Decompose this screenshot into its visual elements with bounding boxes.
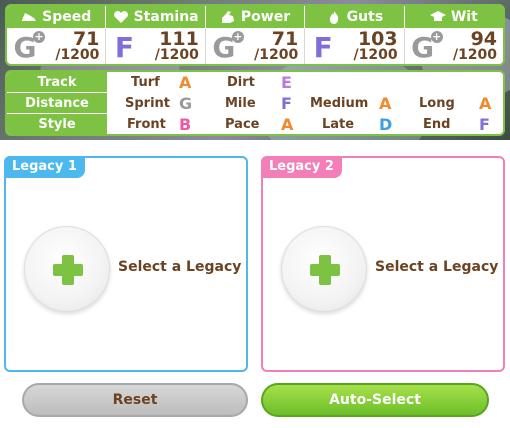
stat-header-speed: Speed (7, 6, 107, 28)
grade-plus-icon: + (231, 30, 244, 43)
grade-plus-icon: + (430, 30, 443, 43)
stat-header-label: Wit (450, 9, 478, 25)
heart-icon (113, 11, 128, 23)
stat-grade: F (313, 31, 333, 64)
aptitude-item-pace: Pace (225, 117, 260, 132)
stat-header-stamina: Stamina (106, 6, 206, 28)
stat-cell-wit: G + 94 /1200 (405, 28, 503, 64)
stat-cell-power: G + 71 /1200 (206, 28, 306, 64)
shoe-icon (22, 13, 37, 21)
grade-plus-icon: + (33, 30, 45, 43)
aptitude-grade-dirt: E (281, 73, 292, 92)
stat-grade: F (114, 31, 134, 64)
aptitude-grade-turf: A (179, 73, 192, 92)
stat-grade: G + (411, 30, 443, 64)
aptitude-item-medium: Medium (310, 96, 369, 111)
stat-value: 103 (357, 28, 398, 50)
reset-button[interactable]: Reset (22, 383, 248, 417)
aptitude-item-long: Long (419, 96, 455, 111)
auto-select-button[interactable]: Auto-Select (261, 383, 489, 417)
stat-max: /1200 (452, 47, 498, 63)
stat-value: 71 (271, 28, 299, 50)
stat-max: /1200 (55, 47, 100, 63)
stat-header-label: Guts (346, 9, 384, 25)
aptitude-grade-mile: F (281, 94, 292, 113)
stat-header-label: Speed (42, 9, 92, 25)
stat-value: 111 (159, 28, 199, 50)
stat-header-label: Stamina (133, 9, 199, 25)
stat-cell-speed: G + 71 /1200 (7, 28, 107, 64)
stat-header-power: Power (206, 6, 306, 28)
character-background: Speed Stamina Power Guts Wit G + 71 /120… (0, 0, 510, 140)
legacy-area: Legacy 1 Select a Legacy Legacy 2 Select… (0, 140, 510, 428)
stat-max: /1200 (353, 47, 398, 63)
stat-header-wit: Wit (405, 6, 503, 28)
stat-cell-guts: F 103 /1200 (305, 28, 405, 64)
aptitude-label-track: Track (7, 72, 107, 93)
legacy-slot-1[interactable]: Legacy 1 Select a Legacy (4, 156, 248, 372)
graduation-cap-icon (429, 11, 446, 21)
aptitude-item-front: Front (127, 117, 166, 132)
aptitude-row-distance: Distance Sprint G Mile F Medium A Long A (7, 93, 503, 114)
select-legacy-label: Select a Legacy (375, 259, 499, 275)
select-legacy-label: Select a Legacy (118, 259, 242, 275)
stat-grade: G + (13, 30, 45, 64)
aptitude-item-mile: Mile (225, 96, 256, 111)
legacy-tab-label: Legacy 2 (261, 156, 342, 178)
aptitude-item-end: End (423, 117, 451, 132)
aptitude-grade-front: B (179, 115, 192, 134)
stat-value: 94 (470, 28, 498, 50)
aptitude-row-style: Style Front B Pace A Late D End F (7, 114, 503, 134)
stat-value: 71 (72, 28, 100, 50)
aptitude-grade-sprint: G (179, 94, 193, 113)
stat-max: /1200 (254, 47, 299, 63)
stat-cell-stamina: F 111 /1200 (106, 28, 206, 64)
aptitude-item-late: Late (322, 117, 355, 132)
aptitude-grade-pace: A (281, 115, 294, 134)
aptitude-item-turf: Turf (131, 75, 160, 90)
legacy-tab-label: Legacy 1 (4, 156, 85, 178)
plus-icon-bar (310, 264, 340, 276)
stat-values-row: G + 71 /1200 F 111 /1200 G + 71 /1200 F 10… (7, 28, 503, 64)
aptitude-grade-long: A (479, 94, 492, 113)
aptitude-item-sprint: Sprint (125, 96, 171, 111)
aptitude-label-distance: Distance (7, 93, 107, 114)
muscle-icon (221, 11, 234, 23)
add-legacy-button[interactable] (24, 226, 110, 312)
stat-max: /1200 (154, 47, 199, 63)
stat-panel: Speed Stamina Power Guts Wit G + 71 /120… (5, 4, 505, 66)
stat-header-row: Speed Stamina Power Guts Wit (7, 6, 503, 28)
aptitude-grade-late: D (379, 115, 393, 134)
legacy-slot-2[interactable]: Legacy 2 Select a Legacy (261, 156, 505, 372)
aptitude-row-track: Track Turf A Dirt E (7, 72, 503, 93)
aptitude-panel: Track Turf A Dirt E Distance Sprint G Mi… (5, 70, 505, 136)
aptitude-label-style: Style (7, 114, 107, 134)
flame-icon (329, 11, 338, 24)
stat-header-guts: Guts (305, 6, 405, 28)
stat-header-label: Power (240, 9, 291, 25)
aptitude-grade-medium: A (379, 94, 392, 113)
plus-icon-bar (53, 264, 83, 276)
stat-grade: G + (212, 30, 244, 64)
aptitude-grade-end: F (479, 115, 490, 134)
aptitude-item-dirt: Dirt (227, 75, 255, 90)
add-legacy-button[interactable] (281, 226, 367, 312)
